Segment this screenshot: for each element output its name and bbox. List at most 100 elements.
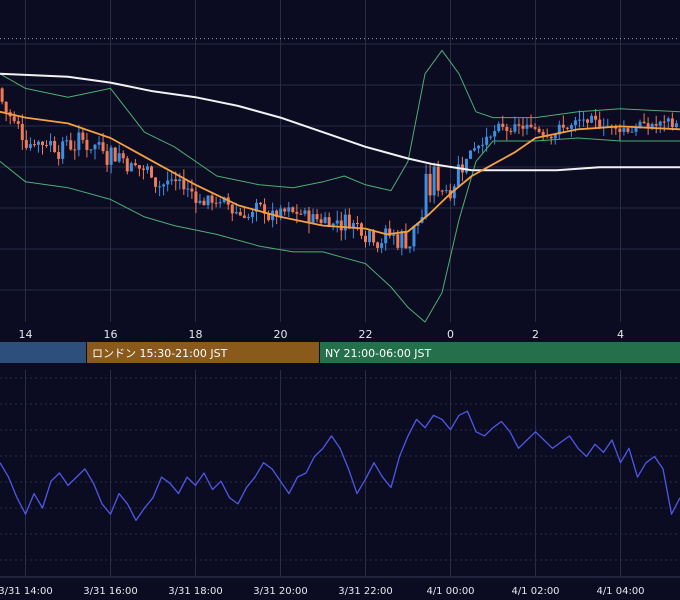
oscillator-x-tick-label: 4/1 00:00	[426, 586, 474, 597]
price-x-tick-label: 0	[447, 328, 454, 341]
session-segment	[0, 342, 86, 363]
candle-down	[376, 242, 380, 248]
candle-down	[662, 121, 666, 123]
candle-down	[259, 202, 263, 205]
oscillator-x-tick-label: 3/31 14:00	[0, 586, 53, 597]
candle-down	[359, 223, 363, 236]
price-x-tick-label: 22	[359, 328, 373, 341]
session-label: NY 21:00-06:00 JST	[325, 347, 432, 360]
candle-down	[141, 168, 145, 170]
candle-down	[283, 208, 287, 212]
candle-up	[590, 115, 594, 123]
oscillator-x-tick-label: 4/1 04:00	[596, 586, 644, 597]
candle-down	[202, 200, 206, 206]
candle-up	[658, 121, 662, 126]
session-label: ロンドン 15:30-21:00 JST	[92, 347, 228, 360]
candle-down	[541, 131, 545, 136]
candle-up	[323, 217, 327, 223]
candle-up	[28, 144, 32, 148]
candle-down	[242, 215, 246, 218]
candle-down	[238, 212, 242, 216]
candle-down	[20, 123, 24, 141]
candle-down	[505, 126, 509, 131]
candle-down	[295, 211, 299, 214]
price-x-tick-label: 20	[274, 328, 288, 341]
candle-down	[291, 207, 295, 212]
candle-down	[396, 234, 400, 248]
candle-up	[666, 118, 670, 122]
candle-up	[569, 125, 573, 129]
candle-down	[364, 235, 367, 243]
candle-up	[380, 243, 384, 248]
candle-down	[69, 140, 73, 150]
candle-down	[654, 124, 658, 126]
chart-canvas[interactable]: 14 16 18 20 22 0 2 4 ロンドン 15:30-21:00 JST NY 21:…	[0, 0, 680, 600]
candle-down	[529, 124, 533, 128]
candle-up	[117, 153, 121, 162]
candle-up	[166, 180, 170, 185]
candle-down	[85, 139, 89, 150]
candle-up	[573, 120, 577, 126]
candle-down	[339, 220, 343, 231]
candle-down	[113, 147, 117, 162]
candle-down	[533, 127, 537, 129]
candle-down	[81, 132, 85, 140]
candle-up	[577, 119, 581, 121]
candle-down	[626, 128, 630, 132]
candle-down	[436, 166, 440, 191]
candle-down	[509, 130, 513, 132]
candle-down	[521, 125, 525, 129]
candle-up	[384, 228, 388, 244]
oscillator-x-tick-label: 3/31 18:00	[168, 586, 222, 597]
candle-down	[45, 145, 49, 147]
candle-up	[412, 225, 416, 247]
candle-down	[154, 177, 158, 187]
candle-down	[150, 166, 154, 178]
candle-up	[444, 190, 448, 192]
candle-up	[145, 166, 149, 170]
candle-down	[4, 101, 8, 113]
candle-down	[133, 163, 137, 166]
candle-down	[594, 115, 598, 120]
candle-up	[218, 202, 222, 204]
candle-up	[477, 145, 481, 149]
candle-up	[400, 231, 404, 248]
candle-up	[93, 144, 97, 150]
session-bar: ロンドン 15:30-21:00 JST NY 21:00-06:00 JST	[0, 342, 680, 363]
candle-up	[311, 214, 315, 224]
candle-down	[16, 121, 20, 124]
candle-up	[303, 210, 307, 214]
candle-up	[97, 142, 101, 145]
candle-up	[493, 131, 497, 137]
candle-down	[501, 123, 505, 127]
candle-up	[630, 131, 634, 133]
candle-down	[355, 223, 359, 225]
candle-up	[525, 124, 529, 129]
candle-down	[517, 124, 521, 126]
candle-up	[162, 184, 166, 187]
candle-down	[57, 152, 61, 159]
candle-up	[485, 136, 489, 145]
price-x-tick-label: 2	[532, 328, 539, 341]
candle-up	[674, 123, 678, 128]
candle-up	[424, 173, 428, 218]
candle-up	[368, 230, 372, 243]
candle-down	[41, 141, 44, 146]
candle-up	[513, 124, 517, 132]
candle-up	[234, 212, 238, 214]
candle-up	[432, 166, 436, 196]
candle-up	[468, 150, 472, 159]
candle-down	[618, 128, 622, 132]
candle-up	[481, 144, 485, 146]
candle-down	[428, 173, 432, 196]
candle-down	[0, 88, 4, 102]
candle-down	[537, 128, 541, 132]
candle-up	[408, 246, 412, 249]
candle-up	[186, 188, 190, 190]
oscillator-x-tick-label: 3/31 16:00	[83, 586, 137, 597]
candle-down	[32, 144, 36, 146]
candle-down	[315, 214, 319, 220]
candle-down	[105, 151, 109, 165]
candle-down	[214, 202, 218, 204]
price-x-tick-label: 4	[617, 328, 624, 341]
